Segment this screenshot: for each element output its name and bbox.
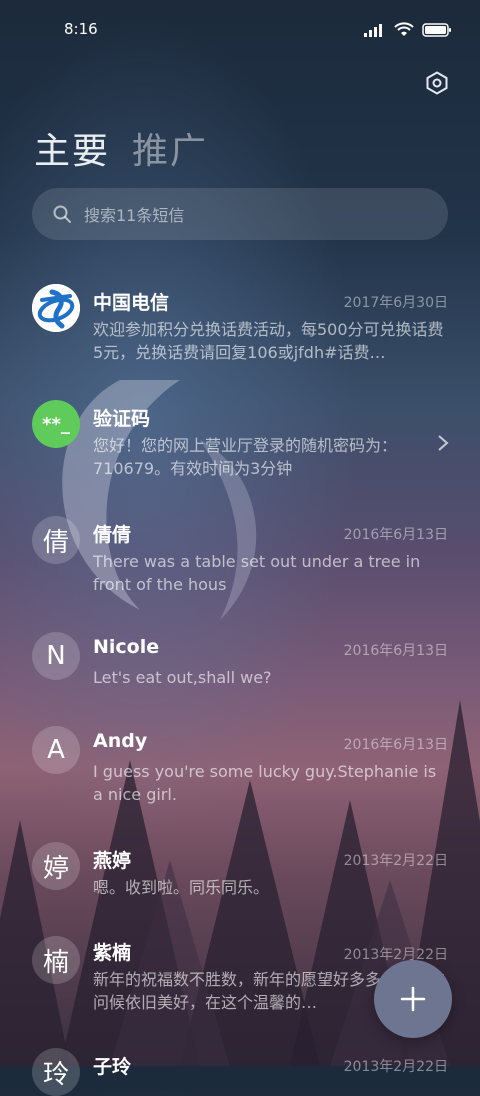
message-preview: There was a table set out under a tree i… — [93, 552, 421, 594]
message-date: 2017年6月30日 — [343, 295, 448, 311]
status-icons — [364, 22, 452, 37]
compose-button[interactable] — [374, 960, 452, 1038]
avatar: N — [32, 632, 80, 680]
message-preview: I guess you're some lucky guy.Stephanie … — [93, 762, 437, 804]
sender-name: 中国电信 — [93, 292, 170, 314]
status-bar: 8:16 — [0, 0, 480, 60]
avatar: 婷 — [32, 842, 80, 890]
avatar: 倩 — [32, 516, 80, 564]
settings-button[interactable] — [422, 68, 452, 98]
message-date: 2013年2月22日 — [343, 853, 448, 869]
message-date: 2016年6月13日 — [343, 737, 448, 753]
sender-name: 倩倩 — [93, 524, 132, 546]
message-preview: 欢迎参加积分兑换话费活动，每500分可兑换话费5元，兑换话费请回复106或jfd… — [93, 320, 444, 362]
search-icon — [52, 204, 72, 224]
battery-icon — [422, 22, 451, 37]
tab-promotions[interactable]: 推广 — [132, 122, 208, 174]
message-date: 2013年2月22日 — [343, 947, 448, 963]
search-input[interactable]: 搜索11条短信 — [32, 188, 448, 240]
avatar: A — [32, 726, 80, 774]
message-date: 2016年6月13日 — [343, 643, 448, 659]
avatar: 玲 — [32, 1048, 80, 1096]
tab-primary[interactable]: 主要 — [34, 122, 110, 174]
sender-name: 紫楠 — [93, 942, 132, 964]
china-telecom-logo — [32, 284, 80, 332]
avatar: 楠 — [32, 936, 80, 984]
sender-name: 验证码 — [93, 408, 151, 430]
message-preview: Let's eat out,shall we? — [93, 668, 272, 687]
tab-bar: 主要 推广 — [34, 122, 208, 174]
avatar: **_ — [32, 400, 80, 448]
plus-icon — [400, 986, 426, 1012]
message-date: 2013年2月22日 — [343, 1059, 448, 1075]
status-time: 8:16 — [64, 20, 98, 38]
avatar — [32, 284, 80, 332]
search-placeholder: 搜索11条短信 — [84, 206, 185, 225]
sender-name: Andy — [93, 730, 148, 752]
sender-name: 燕婷 — [93, 850, 132, 872]
wifi-icon — [394, 22, 414, 36]
message-preview: 您好！您的网上营业厅登录的随机密码为：710679。有效时间为3分钟 — [93, 436, 398, 478]
message-date: 2016年6月13日 — [343, 527, 448, 543]
chevron-right-icon[interactable] — [436, 434, 450, 452]
signal-icon — [364, 23, 382, 37]
message-preview: 嗯。收到啦。同乐同乐。 — [93, 878, 270, 897]
gear-icon — [426, 71, 448, 95]
sender-name: Nicole — [93, 636, 160, 658]
